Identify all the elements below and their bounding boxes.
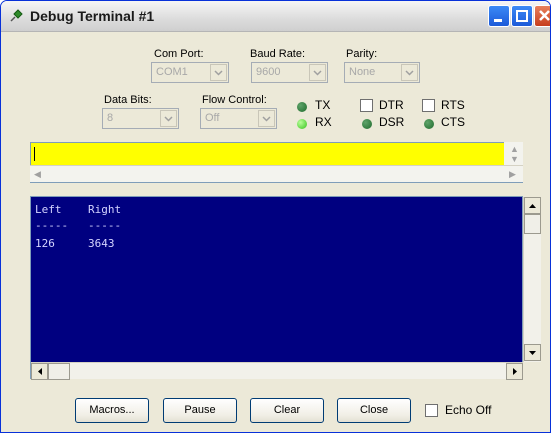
data-bits-label: Data Bits:	[104, 94, 152, 106]
transmit-vertical-scrollbar[interactable]: ▲ ▼	[504, 142, 523, 166]
receive-line: ----- -----	[35, 219, 122, 232]
flow-control-label: Flow Control:	[202, 94, 267, 106]
rx-indicator	[297, 119, 307, 129]
chevron-down-icon[interactable]	[401, 64, 418, 81]
rts-checkbox[interactable]	[422, 99, 435, 112]
scroll-down-button[interactable]	[524, 344, 541, 361]
scroll-down-icon	[529, 351, 536, 355]
scroll-down-icon[interactable]: ▼	[510, 154, 519, 164]
dtr-checkbox[interactable]	[360, 99, 373, 112]
pin-icon	[10, 9, 23, 22]
title-bar[interactable]: Debug Terminal #1	[1, 1, 550, 32]
scroll-left-button[interactable]	[31, 363, 48, 380]
debug-terminal-window: Debug Terminal #1 Com Port: COM1 Baud Ra…	[0, 0, 551, 433]
scroll-right-button[interactable]	[506, 363, 523, 380]
close-icon	[539, 10, 550, 21]
tx-label: TX	[315, 98, 331, 112]
clear-button[interactable]: Clear	[250, 398, 324, 423]
baud-rate-label: Baud Rate:	[250, 48, 306, 60]
tx-indicator	[297, 102, 307, 112]
scroll-right-icon[interactable]: ▶	[509, 169, 516, 180]
data-bits-value: 8	[107, 112, 114, 124]
macros-button[interactable]: Macros...	[75, 398, 149, 423]
receive-pane[interactable]: Left Right ----- ----- 126 3643	[30, 196, 523, 379]
maximize-icon	[516, 10, 528, 22]
close-button[interactable]: Close	[337, 398, 411, 423]
transmit-horizontal-scrollbar[interactable]: ◀ ▶	[30, 165, 523, 182]
dsr-label: DSR	[379, 115, 405, 129]
flow-control-value: Off	[205, 112, 220, 124]
minimize-button[interactable]	[488, 5, 510, 27]
receive-vertical-scrollbar[interactable]	[523, 197, 541, 362]
receive-line: Left Right	[35, 203, 122, 216]
scroll-left-icon[interactable]: ◀	[34, 169, 41, 180]
echo-off-checkbox[interactable]	[425, 404, 438, 417]
close-window-button[interactable]	[534, 5, 550, 27]
parity-label: Parity:	[346, 48, 378, 60]
baud-rate-value: 9600	[256, 66, 281, 78]
scroll-left-icon	[38, 368, 42, 375]
maximize-button[interactable]	[511, 5, 533, 27]
cts-label: CTS	[441, 115, 465, 129]
parity-select[interactable]: None	[344, 62, 420, 83]
scroll-thumb[interactable]	[524, 214, 541, 234]
receive-horizontal-scrollbar[interactable]	[31, 362, 523, 380]
scroll-thumb-horizontal[interactable]	[48, 363, 70, 380]
chevron-down-icon[interactable]	[309, 64, 326, 81]
echo-off-label: Echo Off	[445, 403, 492, 417]
dsr-indicator	[362, 119, 372, 129]
rts-label: RTS	[441, 98, 465, 112]
window-title: Debug Terminal #1	[30, 8, 155, 24]
scroll-up-button[interactable]	[524, 197, 541, 214]
rx-label: RX	[315, 115, 332, 129]
scroll-up-icon[interactable]: ▲	[510, 144, 519, 154]
chevron-down-icon[interactable]	[160, 110, 177, 127]
flow-control-select[interactable]: Off	[200, 108, 277, 129]
com-port-label: Com Port:	[154, 48, 204, 60]
chevron-down-icon[interactable]	[258, 110, 275, 127]
parity-value: None	[349, 66, 376, 78]
chevron-down-icon[interactable]	[210, 64, 227, 81]
scrollbar-corner	[523, 362, 541, 379]
scroll-right-icon	[513, 368, 517, 375]
data-bits-select[interactable]: 8	[102, 108, 179, 129]
cts-indicator	[424, 119, 434, 129]
com-port-select[interactable]: COM1	[151, 62, 229, 83]
pause-button[interactable]: Pause	[163, 398, 237, 423]
text-caret	[34, 147, 35, 161]
dtr-label: DTR	[379, 98, 404, 112]
com-port-value: COM1	[156, 66, 188, 78]
baud-rate-select[interactable]: 9600	[251, 62, 328, 83]
scroll-up-icon	[529, 204, 536, 208]
minimize-icon	[494, 19, 502, 22]
receive-line: 126 3643	[35, 237, 115, 250]
